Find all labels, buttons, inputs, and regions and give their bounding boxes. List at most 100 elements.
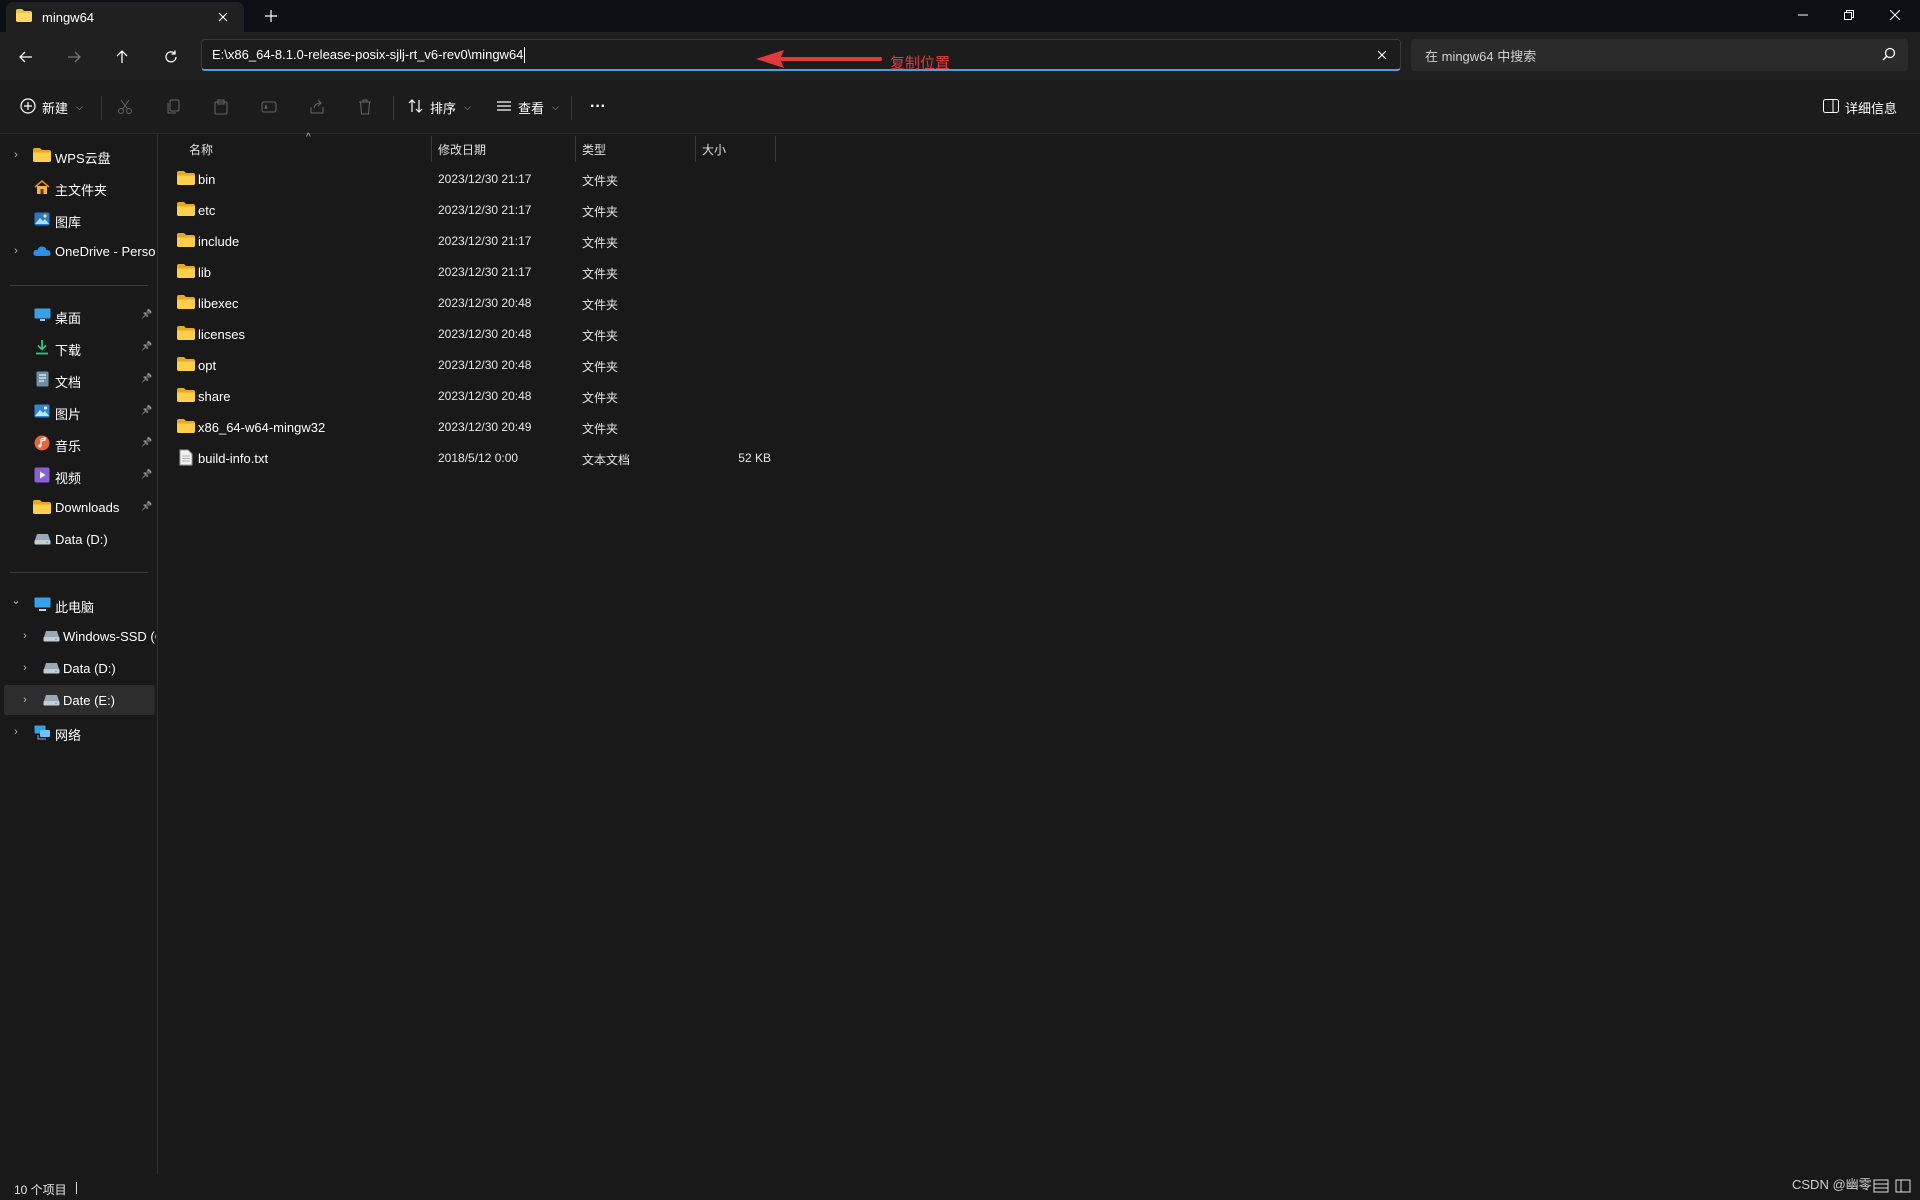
file-type: 文件夹: [582, 267, 619, 281]
delete-icon[interactable]: [355, 97, 375, 117]
copy-icon[interactable]: [163, 97, 183, 117]
column-header-name[interactable]: 名称: [189, 134, 213, 164]
forward-arrow-icon[interactable]: [60, 43, 88, 71]
new-plus-icon: [20, 97, 36, 117]
file-type: 文件夹: [582, 205, 619, 219]
close-window-icon[interactable]: [1872, 0, 1918, 30]
file-row[interactable]: build-info.txt 2018/5/12 0:00 文本文档 52 KB: [159, 443, 779, 474]
tiles-view-icon[interactable]: [1895, 1178, 1911, 1194]
file-row[interactable]: libexec 2023/12/30 20:48 文件夹: [159, 288, 779, 319]
file-type: 文件夹: [582, 360, 619, 374]
view-label: 查看: [518, 100, 545, 116]
sidebar-item-pinned-1[interactable]: 下载 📌: [0, 332, 156, 362]
file-row[interactable]: licenses 2023/12/30 20:48 文件夹: [159, 319, 779, 350]
view-button[interactable]: 查看 ⌵: [496, 95, 559, 119]
file-modified: 2023/12/30 20:48: [438, 389, 532, 403]
sidebar-item-this-pc[interactable]: ⌄ 此电脑: [0, 589, 156, 619]
tab-mingw64[interactable]: mingw64: [6, 2, 244, 32]
sidebar-item-drive-1[interactable]: › Data (D:): [0, 653, 156, 683]
clear-icon[interactable]: [1372, 45, 1392, 65]
sidebar-item-pinned-5[interactable]: 视频 📌: [0, 460, 156, 490]
chevron-right-icon[interactable]: ›: [20, 694, 30, 706]
file-row[interactable]: bin 2023/12/30 21:17 文件夹: [159, 164, 779, 195]
search-icon[interactable]: [1882, 47, 1896, 64]
file-modified: 2023/12/30 21:17: [438, 203, 532, 217]
more-options-button[interactable]: ···: [590, 95, 606, 119]
up-arrow-icon[interactable]: [108, 43, 136, 71]
sidebar-item-pinned-7[interactable]: Data (D:): [0, 524, 156, 554]
sidebar-item-label: 下载: [55, 343, 82, 358]
back-arrow-icon[interactable]: [12, 43, 40, 71]
sidebar-item-network[interactable]: › 网络: [0, 717, 156, 747]
sidebar-item-label: 图片: [55, 407, 82, 422]
file-row[interactable]: include 2023/12/30 21:17 文件夹: [159, 226, 779, 257]
sidebar-item-pinned-4[interactable]: 音乐 📌: [0, 428, 156, 458]
file-row[interactable]: share 2023/12/30 20:48 文件夹: [159, 381, 779, 412]
sort-button[interactable]: 排序 ⌵: [408, 95, 471, 119]
details-pane-button[interactable]: 详细信息: [1823, 95, 1897, 119]
pin-icon: 📌: [141, 309, 153, 319]
file-type: 文件夹: [582, 422, 619, 436]
text-file-icon: [179, 449, 193, 469]
file-row[interactable]: opt 2023/12/30 20:48 文件夹: [159, 350, 779, 381]
plus-icon[interactable]: [259, 4, 283, 28]
chevron-right-icon[interactable]: ›: [20, 662, 30, 674]
file-modified: 2018/5/12 0:00: [438, 451, 519, 465]
details-label: 详细信息: [1845, 100, 1898, 116]
sidebar-item-pinned-3[interactable]: 图片 📌: [0, 396, 156, 426]
column-divider[interactable]: [575, 136, 576, 162]
chevron-right-icon[interactable]: ›: [11, 149, 21, 161]
column-header-size[interactable]: 大小: [702, 134, 726, 164]
sidebar-item-pinned-6[interactable]: Downloads 📌: [0, 492, 156, 522]
command-bar: 新建 ⌵ 排序 ⌵ 查看 ⌵ ··· 详细信息: [0, 80, 1920, 134]
item-count: 10 个项目: [14, 1183, 67, 1197]
column-header-modified[interactable]: 修改日期: [438, 134, 486, 164]
sort-icon: [408, 98, 424, 117]
more-icon: ···: [590, 98, 606, 115]
sidebar-item-quick-2[interactable]: 图库: [0, 204, 156, 234]
column-divider[interactable]: [431, 136, 432, 162]
chevron-down-icon: ⌵: [552, 101, 559, 112]
new-button[interactable]: 新建 ⌵: [20, 95, 83, 119]
column-divider[interactable]: [775, 136, 776, 162]
paste-icon[interactable]: [211, 97, 231, 117]
sidebar-item-drive-0[interactable]: › Windows-SSD (C: [0, 621, 156, 651]
annotation-arrow-icon: [756, 50, 882, 68]
sidebar-item-label: 图库: [55, 215, 82, 230]
sidebar-item-quick-1[interactable]: 主文件夹: [0, 172, 156, 202]
rename-icon[interactable]: [259, 97, 279, 117]
details-view-icon[interactable]: [1873, 1178, 1889, 1194]
sidebar-item-label: 此电脑: [55, 600, 95, 615]
chevron-right-icon[interactable]: ›: [11, 245, 21, 257]
chevron-down-icon[interactable]: ⌄: [11, 595, 21, 607]
file-row[interactable]: x86_64-w64-mingw32 2023/12/30 20:49 文件夹: [159, 412, 779, 443]
file-row[interactable]: etc 2023/12/30 21:17 文件夹: [159, 195, 779, 226]
share-icon[interactable]: [307, 97, 327, 117]
refresh-icon[interactable]: [157, 43, 185, 71]
sidebar-item-pinned-0[interactable]: 桌面 📌: [0, 300, 156, 330]
sidebar-item-drive-2[interactable]: › Date (E:): [4, 685, 155, 715]
sidebar-item-quick-0[interactable]: › WPS云盘: [0, 140, 156, 170]
file-row[interactable]: lib 2023/12/30 21:17 文件夹: [159, 257, 779, 288]
drive-icon: [42, 660, 60, 676]
address-bar[interactable]: E:\x86_64-8.1.0-release-posix-sjlj-rt_v6…: [201, 39, 1401, 72]
search-input[interactable]: 在 mingw64 中搜索: [1411, 39, 1908, 71]
minimize-icon[interactable]: [1780, 0, 1826, 30]
folder-icon: [177, 357, 195, 374]
sidebar-item-pinned-2[interactable]: 文档 📌: [0, 364, 156, 394]
file-name: lib: [198, 265, 212, 280]
file-modified: 2023/12/30 20:48: [438, 296, 532, 310]
sidebar-divider: [10, 285, 148, 286]
chevron-right-icon[interactable]: ›: [20, 630, 30, 642]
watermark: CSDN @幽零: [1792, 1177, 1872, 1192]
sidebar-item-quick-3[interactable]: › OneDrive - Perso: [0, 236, 156, 266]
cut-icon[interactable]: [115, 97, 135, 117]
file-type: 文本文档: [582, 453, 631, 467]
column-header-type[interactable]: 类型: [582, 134, 606, 164]
close-tab-icon[interactable]: [212, 6, 234, 28]
restore-icon[interactable]: [1826, 0, 1872, 30]
file-name: x86_64-w64-mingw32: [198, 420, 326, 435]
file-name: share: [198, 389, 231, 404]
column-divider[interactable]: [695, 136, 696, 162]
chevron-right-icon[interactable]: ›: [11, 726, 21, 738]
